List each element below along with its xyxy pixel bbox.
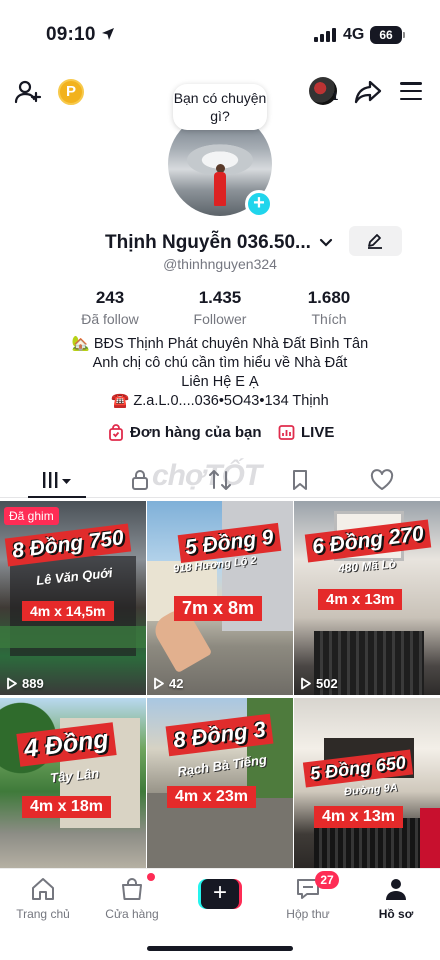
stat-likes[interactable]: 1.680 Thích — [274, 288, 384, 327]
bookmark-icon — [293, 470, 307, 490]
video-thumbnail[interactable]: 5 Đồng 650 Đường 9A 4m x 13m — [294, 698, 440, 868]
orders-label: Đơn hàng của bạn — [130, 424, 262, 441]
street-label: Đường 9A — [343, 781, 399, 799]
bio-line: 🏡 BĐS Thịnh Phát chuyên Nhà Đất Bình Tân — [71, 336, 369, 352]
tab-saved[interactable] — [276, 466, 324, 494]
live-label: LIVE — [301, 424, 335, 441]
stat-following[interactable]: 243 Đã follow — [55, 288, 165, 327]
menu-icon[interactable] — [400, 82, 422, 100]
profile-bio: 🏡 BĐS Thịnh Phát chuyên Nhà Đất Bình Tân… — [0, 335, 440, 411]
lock-icon — [132, 470, 148, 490]
pencil-icon — [368, 234, 382, 249]
view-count: 889 — [6, 676, 44, 691]
status-bubble[interactable]: Bạn có chuyện gì? — [173, 84, 267, 130]
bio-line: ☎️ Z.a.L.0....036•5O43•134 Thịnh — [111, 393, 329, 409]
shopping-bag-icon — [109, 424, 123, 441]
location-arrow-icon — [102, 28, 114, 40]
profile-name: Thịnh Nguyễn 036.50... — [105, 232, 311, 253]
chevron-down-icon[interactable] — [318, 234, 334, 250]
bio-line: Anh chị cô chú cần tìm hiểu về Nhà Đất — [92, 355, 348, 371]
plus-icon: + — [201, 879, 239, 909]
edit-profile-button[interactable] — [349, 226, 402, 256]
status-bar: 09:10 4G 66 — [0, 0, 440, 66]
add-friend-icon[interactable] — [14, 78, 42, 106]
size-label: 4m x 23m — [167, 786, 256, 808]
coin-icon[interactable]: P — [58, 79, 84, 105]
home-icon — [32, 878, 54, 900]
profile-links: Đơn hàng của bạn LIVE — [0, 424, 440, 446]
view-count: 42 — [153, 676, 183, 691]
view-count-value: 502 — [316, 676, 338, 691]
shop-notification-dot — [147, 873, 155, 881]
size-label: 7m x 8m — [174, 596, 263, 621]
video-grid-icon — [43, 472, 71, 488]
home-indicator — [147, 946, 293, 951]
view-count-value: 42 — [169, 676, 184, 691]
stat-label: Follower — [193, 311, 247, 327]
shopping-bag-icon — [122, 878, 142, 900]
stat-value: 1.680 — [307, 288, 351, 307]
profile-icon — [386, 879, 406, 900]
price-label: 6 Đồng 270 — [310, 522, 425, 559]
inbox-badge: 27 — [315, 871, 339, 889]
bio-line: Liên Hệ E Ạ — [181, 374, 259, 390]
stat-value: 1.435 — [198, 288, 242, 307]
nav-label: Hộp thư — [286, 907, 330, 921]
nav-profile[interactable]: Hồ sơ — [361, 877, 431, 921]
avatar-add-button[interactable]: + — [245, 190, 273, 218]
active-tab-indicator — [28, 496, 86, 498]
video-thumbnail[interactable]: 8 Đồng 3 Rạch Bà Tiếng 4m x 23m — [147, 698, 293, 868]
size-label: 4m x 14,5m — [22, 601, 114, 621]
nav-label: Hồ sơ — [378, 907, 414, 921]
share-icon[interactable] — [354, 79, 382, 105]
video-thumbnail[interactable]: 4 Đồng Tây Lân 4m x 18m — [0, 698, 146, 868]
video-grid: Đã ghim 8 Đồng 750 Lê Văn Quới 4m x 14,5… — [0, 501, 440, 868]
orders-link[interactable]: Đơn hàng của bạn — [108, 424, 262, 441]
video-thumbnail[interactable]: 6 Đồng 270 480 Mã Lò 4m x 13m 502 — [294, 501, 440, 695]
nav-label: Cửa hàng — [105, 907, 159, 921]
nav-label: Trang chủ — [16, 907, 70, 921]
size-label: 4m x 18m — [22, 796, 111, 818]
play-icon — [301, 677, 311, 690]
heart-icon — [370, 469, 394, 490]
view-count-value: 889 — [22, 676, 44, 691]
nav-shop[interactable]: Cửa hàng — [97, 877, 167, 921]
pinned-badge: Đã ghim — [4, 507, 59, 525]
network-type: 4G — [343, 26, 365, 43]
view-count: 502 — [300, 676, 338, 691]
stat-followers[interactable]: 1.435 Follower — [165, 288, 275, 327]
stat-value: 243 — [95, 288, 125, 307]
battery-icon: 66 — [370, 26, 402, 44]
price-label: 4 Đồng — [22, 724, 111, 764]
live-link[interactable]: LIVE — [278, 424, 334, 441]
battery-cap — [403, 32, 405, 38]
stat-label: Thích — [311, 311, 347, 327]
profile-username: @thinhnguyen324 — [163, 256, 277, 272]
video-thumbnail[interactable]: 5 Đồng 9 918 Hương Lộ 2 7m x 8m 42 — [147, 501, 293, 695]
video-thumbnail[interactable]: Đã ghim 8 Đồng 750 Lê Văn Quới 4m x 14,5… — [0, 501, 146, 695]
nav-home[interactable]: Trang chủ — [8, 877, 78, 921]
status-time: 09:10 — [46, 24, 96, 45]
friend-count: 1 — [332, 91, 339, 103]
tab-videos[interactable] — [34, 466, 82, 494]
stat-label: Đã follow — [81, 311, 139, 327]
cellular-signal-icon — [314, 28, 336, 42]
play-icon — [7, 677, 17, 690]
size-label: 4m x 13m — [314, 806, 403, 828]
profile-name-row: Thịnh Nguyễn 036.50... — [0, 226, 440, 260]
watermark: chợTỐT — [152, 459, 262, 492]
create-button[interactable]: + — [198, 879, 242, 909]
tab-liked[interactable] — [358, 466, 406, 494]
size-label: 4m x 13m — [318, 589, 403, 610]
play-icon — [154, 677, 164, 690]
live-chart-icon — [278, 425, 295, 440]
